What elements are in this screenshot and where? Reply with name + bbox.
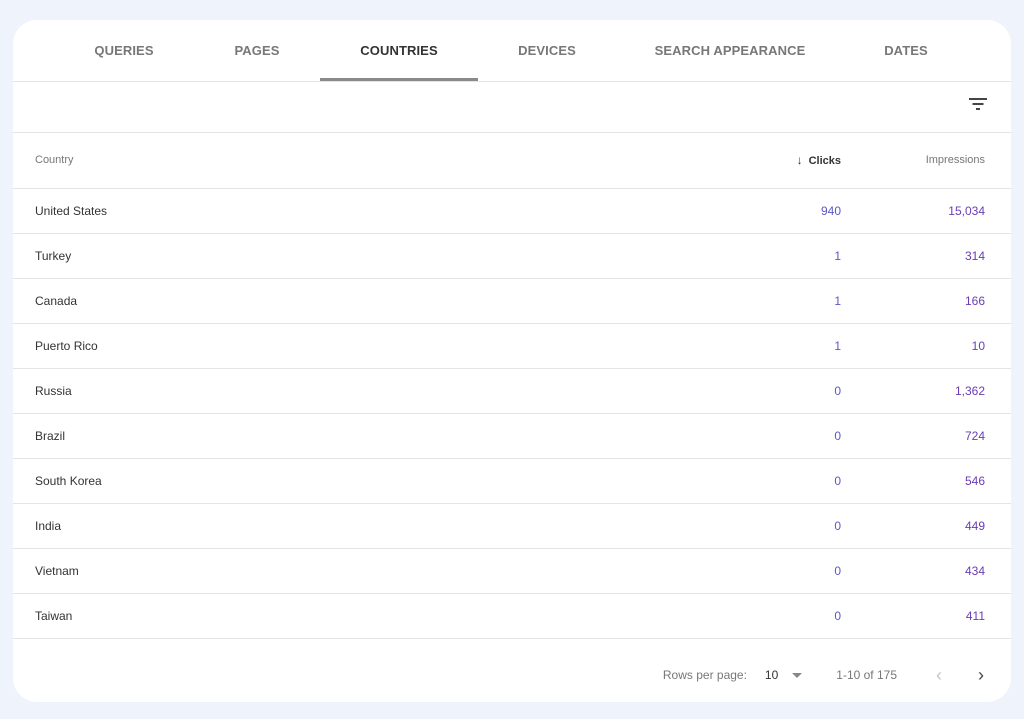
pagination-range: 1-10 of 175 xyxy=(836,668,897,682)
cell-impressions: 10 xyxy=(971,338,985,353)
cell-clicks: 0 xyxy=(834,383,841,398)
cell-impressions: 449 xyxy=(964,518,985,533)
column-header-impressions[interactable]: Impressions xyxy=(841,133,1011,188)
cell-country: Puerto Rico xyxy=(35,338,98,353)
cell-country: India xyxy=(35,518,62,533)
cell-impressions: 434 xyxy=(964,563,985,578)
rows-per-page-value: 10 xyxy=(764,668,779,682)
table-row[interactable]: Turkey 1 314 xyxy=(13,233,1011,278)
dimension-tabs: QUERIES PAGES COUNTRIES DEVICES SEARCH A… xyxy=(13,20,1011,82)
cell-clicks: 0 xyxy=(834,518,841,533)
cell-country: South Korea xyxy=(35,473,102,488)
cell-clicks: 1 xyxy=(834,248,841,263)
cell-country: Taiwan xyxy=(35,608,73,623)
next-page-icon[interactable]: › xyxy=(969,663,993,687)
cell-impressions: 166 xyxy=(964,293,985,308)
cell-country: Brazil xyxy=(35,428,66,443)
cell-clicks: 0 xyxy=(834,563,841,578)
table-header-row: Country ↓ Clicks Impressions xyxy=(13,133,1011,188)
column-header-clicks[interactable]: ↓ Clicks xyxy=(721,133,841,188)
tab-countries[interactable]: COUNTRIES xyxy=(320,20,478,81)
cell-impressions: 15,034 xyxy=(948,203,985,218)
pagination-bar: Rows per page: 10 1-10 of 175 ‹ › xyxy=(13,648,1011,702)
tab-search-appearance[interactable]: SEARCH APPEARANCE xyxy=(641,20,819,81)
sort-descending-icon: ↓ xyxy=(796,153,803,168)
tab-queries[interactable]: QUERIES xyxy=(71,20,177,81)
filter-list-icon[interactable] xyxy=(967,95,989,117)
table-row[interactable]: South Korea 0 546 xyxy=(13,458,1011,503)
tab-devices[interactable]: DEVICES xyxy=(493,20,601,81)
tab-dates[interactable]: DATES xyxy=(859,20,953,81)
cell-impressions: 546 xyxy=(964,473,985,488)
cell-clicks: 1 xyxy=(834,293,841,308)
table-row[interactable]: Vietnam 0 434 xyxy=(13,548,1011,593)
cell-country: Vietnam xyxy=(35,563,79,578)
rows-per-page-select[interactable]: 10 xyxy=(764,668,803,682)
table-toolbar xyxy=(13,82,1011,133)
performance-table-card: QUERIES PAGES COUNTRIES DEVICES SEARCH A… xyxy=(13,20,1011,702)
cell-clicks: 0 xyxy=(834,608,841,623)
cell-country: Canada xyxy=(35,293,78,308)
table-row[interactable]: Brazil 0 724 xyxy=(13,413,1011,458)
table-row[interactable]: United States 940 15,034 xyxy=(13,188,1011,233)
table-row[interactable]: Taiwan 0 411 xyxy=(13,593,1011,638)
table-body: United States 940 15,034 Turkey 1 314 Canada 1 1… xyxy=(13,188,1011,638)
tab-pages[interactable]: PAGES xyxy=(203,20,311,81)
table-row[interactable]: Puerto Rico 1 10 xyxy=(13,323,1011,368)
rows-per-page-label: Rows per page: xyxy=(662,668,747,682)
cell-impressions: 724 xyxy=(964,428,985,443)
previous-page-icon[interactable]: ‹ xyxy=(927,663,951,687)
table-row[interactable]: Canada 1 166 xyxy=(13,278,1011,323)
cell-impressions: 411 xyxy=(965,608,985,623)
cell-country: United States xyxy=(35,203,108,218)
dropdown-caret-icon xyxy=(792,672,803,678)
cell-impressions: 1,362 xyxy=(954,383,985,398)
countries-table: Country ↓ Clicks Impressions United State… xyxy=(13,133,1011,639)
cell-clicks: 0 xyxy=(834,473,841,488)
cell-country: Russia xyxy=(35,383,72,398)
table-row[interactable]: India 0 449 xyxy=(13,503,1011,548)
cell-clicks: 0 xyxy=(834,428,841,443)
column-header-clicks-label: Clicks xyxy=(808,155,841,168)
column-header-country[interactable]: Country xyxy=(13,133,721,188)
cell-country: Turkey xyxy=(35,248,72,263)
cell-clicks: 1 xyxy=(834,338,841,353)
cell-impressions: 314 xyxy=(964,248,985,263)
table-row[interactable]: Russia 0 1,362 xyxy=(13,368,1011,413)
cell-clicks: 940 xyxy=(820,203,841,218)
